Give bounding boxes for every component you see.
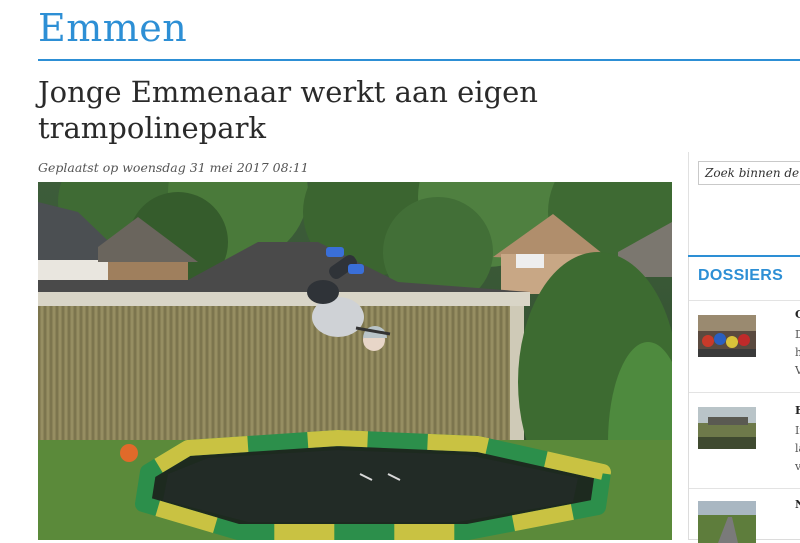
dossier-snippet: la [795,442,800,455]
article-headline: Jonge Emmenaar werkt aan eigen trampolin… [38,75,538,145]
dossier-snippet: V [795,364,800,377]
dossier-snippet: v [795,460,800,473]
dossier-thumbnail[interactable] [698,501,756,543]
dossier-item[interactable]: F Ir la v [689,392,800,473]
dossier-snippet: h [795,346,800,359]
section-title[interactable]: Emmen [38,4,187,52]
dossier-title[interactable]: N [795,497,800,513]
dossier-snippet: Ir [795,424,800,437]
dossier-title[interactable]: F [795,403,800,419]
article-timestamp: Geplaatst op woensdag 31 mei 2017 08:11 [38,160,309,175]
section-divider [38,59,800,61]
article-photo [38,182,672,540]
dossier-item[interactable]: C D h V [689,300,800,381]
dossier-snippet: D [795,328,800,341]
search-input[interactable]: Zoek binnen de s [698,161,800,185]
dossier-item[interactable]: N [689,488,800,543]
dossier-thumbnail[interactable] [698,315,756,357]
dossiers-title: DOSSIERS [698,267,784,284]
dossier-title[interactable]: C [795,307,800,323]
dossier-thumbnail[interactable] [698,407,756,449]
dossiers-accent-bar [688,255,800,257]
